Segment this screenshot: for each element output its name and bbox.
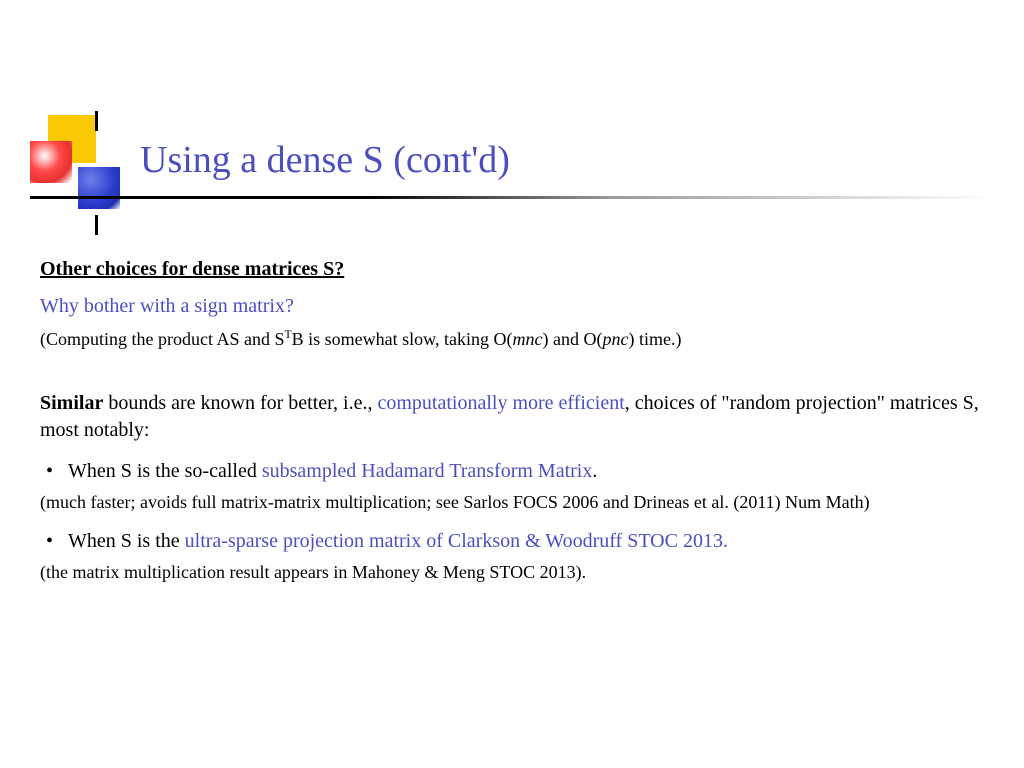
section-heading: Other choices for dense matrices S?	[40, 258, 984, 281]
text: ) and O(	[542, 329, 602, 349]
ital: pnc	[602, 329, 628, 349]
text: bounds are known for better, i.e.,	[103, 392, 377, 414]
list-item: When S is the so-called subsampled Hadam…	[40, 458, 984, 485]
slide-body: Other choices for dense matrices S? Why …	[40, 258, 984, 599]
tick-bottom	[95, 215, 98, 235]
complexity-note: (Computing the product AS and STB is som…	[40, 328, 984, 350]
paragraph: Similar bounds are known for better, i.e…	[40, 390, 984, 444]
square-red	[30, 141, 72, 183]
text: (Computing the product AS and S	[40, 329, 285, 349]
tick-top	[95, 111, 98, 131]
sub-note: (much faster; avoids full matrix-matrix …	[40, 491, 984, 514]
highlight: subsampled Hadamard Transform Matrix	[262, 460, 593, 482]
subquestion: Why bother with a sign matrix?	[40, 295, 984, 318]
superscript: T	[285, 328, 292, 341]
bold-lead: Similar	[40, 392, 103, 414]
bullet-list: When S is the so-called subsampled Hadam…	[40, 458, 984, 485]
slide-title: Using a dense S (cont'd)	[140, 138, 510, 182]
title-rule	[30, 196, 994, 199]
text: .	[592, 460, 597, 482]
text: B is somewhat slow, taking O(	[292, 329, 513, 349]
ital: mnc	[512, 329, 542, 349]
text: When S is the so-called	[68, 460, 262, 482]
sub-note: (the matrix multiplication result appear…	[40, 561, 984, 584]
highlight: ultra-sparse projection matrix of Clarks…	[185, 530, 728, 552]
highlight: computationally more efficient	[377, 392, 624, 414]
text: ) time.)	[628, 329, 681, 349]
text: When S is the	[68, 530, 185, 552]
square-blue	[78, 167, 120, 209]
title-decoration	[30, 115, 130, 215]
list-item: When S is the ultra-sparse projection ma…	[40, 528, 984, 555]
bullet-list: When S is the ultra-sparse projection ma…	[40, 528, 984, 555]
